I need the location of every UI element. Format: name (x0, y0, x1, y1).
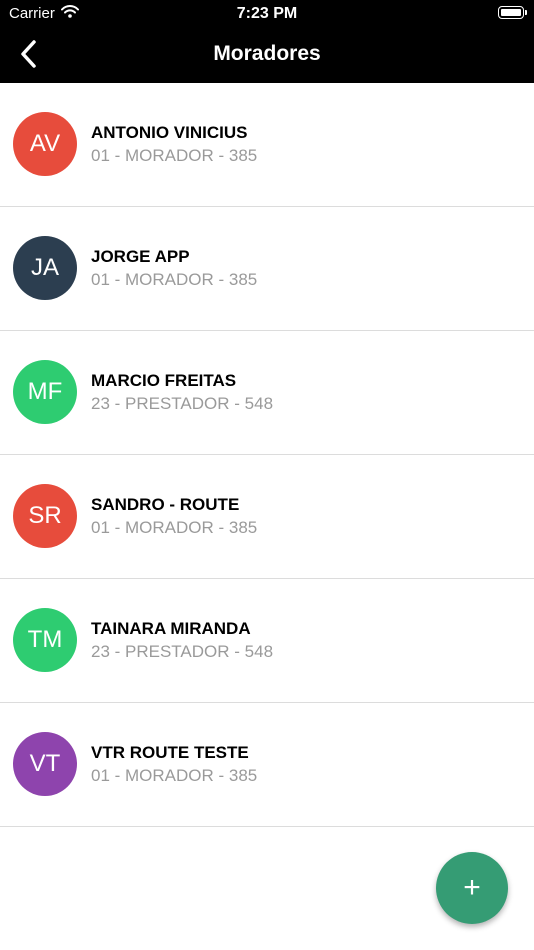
battery-icon (498, 6, 527, 19)
navigation-bar: Moradores (0, 28, 534, 83)
page-title: Moradores (213, 42, 321, 65)
resident-subtitle: 23 - PRESTADOR - 548 (91, 642, 274, 661)
avatar: VT (13, 732, 77, 796)
resident-subtitle: 01 - MORADOR - 385 (91, 766, 258, 785)
residents-list: AV ANTONIO VINICIUS 01 - MORADOR - 385 J… (0, 83, 534, 827)
resident-row[interactable]: VT VTR ROUTE TESTE 01 - MORADOR - 385 (0, 703, 534, 827)
avatar: MF (13, 360, 77, 424)
status-time: 7:23 PM (236, 5, 298, 22)
status-bar: Carrier 7:23 PM (0, 0, 534, 28)
resident-row[interactable]: SR SANDRO - ROUTE 01 - MORADOR - 385 (0, 455, 534, 579)
resident-subtitle: 01 - MORADOR - 385 (91, 518, 258, 537)
resident-subtitle: 01 - MORADOR - 385 (91, 146, 258, 165)
avatar: TM (13, 608, 77, 672)
resident-name: SANDRO - ROUTE (91, 495, 240, 514)
resident-name: TAINARA MIRANDA (91, 619, 251, 638)
resident-name: JORGE APP (91, 247, 190, 266)
add-resident-button[interactable]: + (436, 852, 508, 924)
resident-name: ANTONIO VINICIUS (91, 123, 248, 142)
resident-row[interactable]: AV ANTONIO VINICIUS 01 - MORADOR - 385 (0, 83, 534, 207)
resident-row[interactable]: TM TAINARA MIRANDA 23 - PRESTADOR - 548 (0, 579, 534, 703)
avatar: AV (13, 112, 77, 176)
resident-name: MARCIO FREITAS (91, 371, 237, 390)
avatar: JA (13, 236, 77, 300)
resident-name: VTR ROUTE TESTE (91, 743, 249, 762)
resident-row[interactable]: MF MARCIO FREITAS 23 - PRESTADOR - 548 (0, 331, 534, 455)
plus-icon: + (463, 871, 481, 904)
resident-subtitle: 01 - MORADOR - 385 (91, 270, 258, 289)
resident-row[interactable]: JA JORGE APP 01 - MORADOR - 385 (0, 207, 534, 331)
resident-subtitle: 23 - PRESTADOR - 548 (91, 394, 274, 413)
avatar: SR (13, 484, 77, 548)
